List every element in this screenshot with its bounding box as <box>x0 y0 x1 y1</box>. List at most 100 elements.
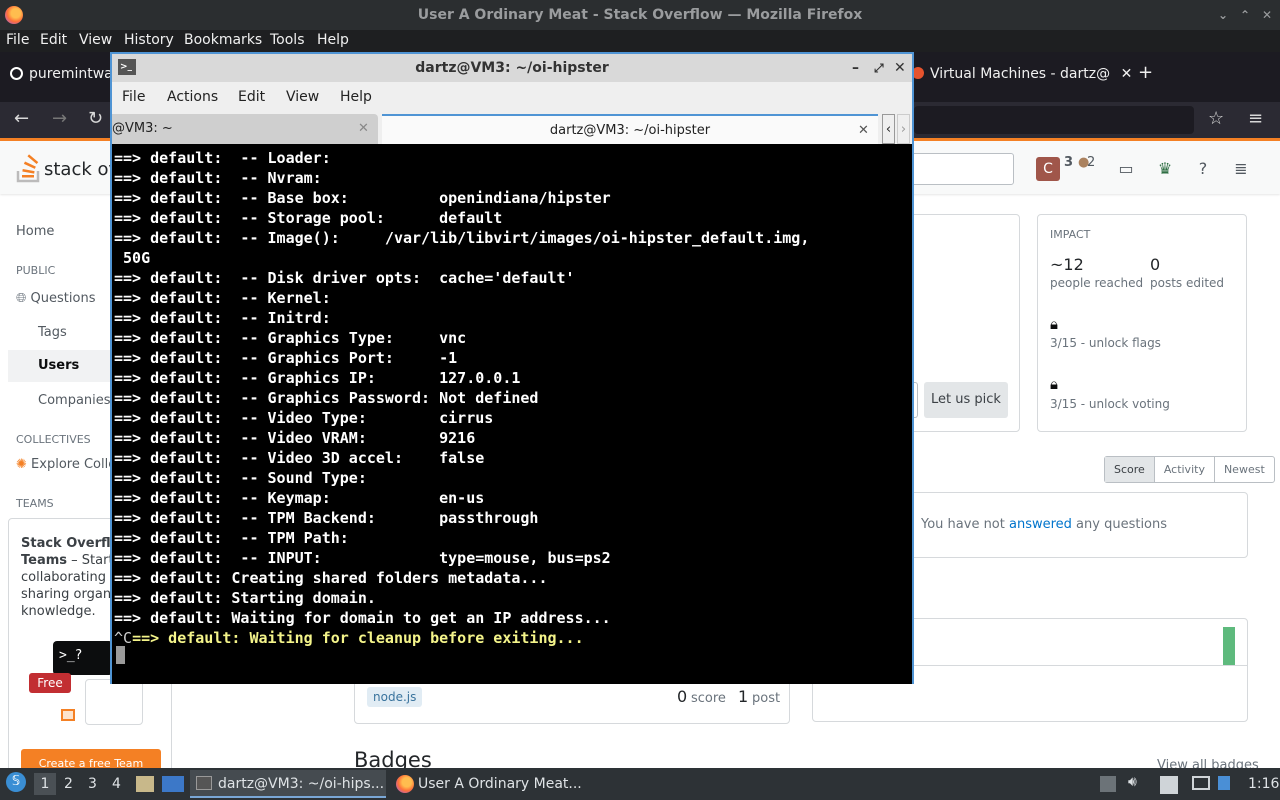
menu-tools[interactable]: Tools <box>270 32 305 48</box>
new-tab-button[interactable]: + <box>1138 62 1153 83</box>
task-label: User A Ordinary Meat... <box>418 776 582 792</box>
nav-companies[interactable]: Companies <box>38 393 111 408</box>
github-icon <box>10 67 23 80</box>
create-team-button[interactable]: Create a free Team <box>21 749 161 768</box>
terminal-line: ==> default: -- Nvram: <box>114 169 322 187</box>
view-all-badges-link[interactable]: View all badges <box>1157 758 1259 768</box>
tab-label: puremintwa <box>29 66 113 82</box>
answers-card: You have not answered any questions <box>860 492 1248 558</box>
terminal-task-icon <box>196 776 212 790</box>
lock-icon: 🔒︎ <box>1050 315 1058 333</box>
achievements-icon[interactable]: ♛ <box>1155 159 1175 179</box>
url-bar[interactable] <box>914 106 1194 134</box>
clipboard-icon[interactable] <box>1160 776 1178 794</box>
clock: 1:16 <box>1248 776 1280 792</box>
nav-home[interactable]: Home <box>16 224 54 239</box>
tab-label: Virtual Machines - dartz@ <box>930 66 1111 82</box>
close-icon[interactable]: ✕ <box>1256 0 1278 30</box>
volume-icon[interactable]: 🔊︎ <box>1128 774 1137 790</box>
tab-close-icon[interactable]: ✕ <box>1121 66 1133 82</box>
terminal-line-interrupt: ^C==> default: Waiting for cleanup befor… <box>114 628 584 648</box>
menu-help[interactable]: Help <box>317 32 349 48</box>
terminal-last-line: ==> default: Waiting for cleanup before … <box>132 629 584 647</box>
impact-card: IMPACT ~12 people reached 0 posts edited… <box>1037 214 1247 432</box>
term-menu-actions[interactable]: Actions <box>167 89 218 105</box>
terminal-line: ==> default: -- Disk driver opts: cache=… <box>114 269 575 287</box>
terminal-line: ==> default: -- Storage pool: default <box>114 209 503 227</box>
workspace-4[interactable]: 4 <box>112 776 121 792</box>
sort-newest-button[interactable]: Newest <box>1213 457 1274 482</box>
desktop-icon[interactable] <box>162 776 184 792</box>
nav-tags[interactable]: Tags <box>38 325 67 340</box>
term-menu-help[interactable]: Help <box>340 89 372 105</box>
task-firefox[interactable]: User A Ordinary Meat... <box>392 770 588 798</box>
tab-scroll-left-icon[interactable]: ‹ <box>882 114 895 144</box>
menu-file[interactable]: File <box>6 32 29 48</box>
terminal-tab-label: @VM3: ~ <box>112 121 173 136</box>
nav-explore-collectives[interactable]: ✺ Explore Colle <box>16 457 116 472</box>
term-menu-view[interactable]: View <box>286 89 319 105</box>
search-input[interactable] <box>910 153 1014 185</box>
terminal-output[interactable]: ==> default: -- Loader: ==> default: -- … <box>112 146 912 684</box>
task-terminal[interactable]: dartz@VM3: ~/oi-hips... <box>190 770 386 798</box>
tab-virtual-machines[interactable]: Virtual Machines - dartz@ ✕ <box>912 66 1132 82</box>
menu-history[interactable]: History <box>124 32 174 48</box>
terminal-tab-2[interactable]: dartz@VM3: ~/oi-hipster ✕ <box>382 114 878 144</box>
terminal-tab-1[interactable]: @VM3: ~ ✕ <box>112 114 378 144</box>
reload-icon[interactable]: ↻ <box>88 108 103 129</box>
globe-icon: 🌐︎ <box>16 291 27 306</box>
tab-puremintwa[interactable]: puremintwa <box>10 66 113 82</box>
terminal-line: 50G <box>114 249 151 267</box>
file-manager-icon[interactable] <box>136 776 154 792</box>
terminal-line: ==> default: -- Graphics Type: vnc <box>114 329 467 347</box>
minimize-icon[interactable]: ⌄ <box>1212 0 1234 30</box>
sort-activity-button[interactable]: Activity <box>1153 457 1214 482</box>
terminal-title-bar[interactable]: >_ dartz@VM3: ~/oi-hipster – ⤢ ✕ <box>112 54 912 82</box>
nav-questions[interactable]: 🌐︎ Questions <box>16 291 95 306</box>
tab-scroll-right-icon[interactable]: › <box>897 114 910 144</box>
terminal-tab-label: dartz@VM3: ~/oi-hipster <box>549 123 711 138</box>
terminal-line: ==> default: -- TPM Backend: passthrough <box>114 509 539 527</box>
back-icon[interactable]: ← <box>14 108 29 129</box>
terminal-window[interactable]: >_ dartz@VM3: ~/oi-hipster – ⤢ ✕ File Ac… <box>110 52 914 684</box>
terminal-title: dartz@VM3: ~/oi-hipster <box>415 60 609 76</box>
workspace-1[interactable]: 1 <box>34 773 56 795</box>
menu-bookmarks[interactable]: Bookmarks <box>184 32 262 48</box>
taskbar: 𝕊 1 2 3 4 dartz@VM3: ~/oi-hips... User A… <box>0 768 1280 800</box>
network-icon[interactable] <box>1192 776 1210 790</box>
tag-chip[interactable]: node.js <box>367 687 423 707</box>
menu-edit[interactable]: Edit <box>40 32 67 48</box>
forward-icon[interactable]: → <box>52 108 67 129</box>
terminal-line: ==> default: -- Initrd: <box>114 309 331 327</box>
term-menu-edit[interactable]: Edit <box>238 89 265 105</box>
let-us-pick-button[interactable]: Let us pick <box>924 382 1008 418</box>
tab-close-icon[interactable]: ✕ <box>358 114 369 144</box>
maximize-icon[interactable]: ⤢ <box>874 54 884 82</box>
workspace-2[interactable]: 2 <box>64 776 73 792</box>
maximize-icon[interactable]: ⌃ <box>1234 0 1256 30</box>
inbox-icon[interactable]: ▭ <box>1116 159 1136 179</box>
sort-score-button[interactable]: Score <box>1105 457 1154 482</box>
terminal-line: ==> default: -- Sound Type: <box>114 469 367 487</box>
menu-view[interactable]: View <box>79 32 112 48</box>
app-menu-icon[interactable]: ≡ <box>1248 108 1263 129</box>
tray-removable-icon[interactable] <box>1100 776 1116 792</box>
start-menu-icon[interactable]: 𝕊 <box>6 772 26 792</box>
terminal-line: ==> default: -- Keymap: en-us <box>114 489 485 507</box>
term-menu-file[interactable]: File <box>122 89 145 105</box>
help-icon[interactable]: ? <box>1193 159 1213 179</box>
avatar[interactable]: C <box>1036 157 1060 181</box>
answers-sort-group: Score Activity Newest <box>1104 456 1275 483</box>
workspace-3[interactable]: 3 <box>88 776 97 792</box>
bookmark-star-icon[interactable]: ☆ <box>1208 108 1224 129</box>
terminal-line: ==> default: -- TPM Path: <box>114 529 349 547</box>
minimize-icon[interactable]: – <box>852 54 859 82</box>
nav-section-public: PUBLIC <box>16 264 56 277</box>
answered-link[interactable]: answered <box>1009 517 1072 532</box>
site-switcher-icon[interactable]: ≣ <box>1231 159 1251 179</box>
close-icon[interactable]: ✕ <box>894 54 906 82</box>
update-notifier-icon[interactable] <box>1218 776 1230 790</box>
chat-illustration-icon <box>61 709 75 721</box>
terminal-line: ==> default: -- INPUT: type=mouse, bus=p… <box>114 549 611 567</box>
tab-close-icon[interactable]: ✕ <box>858 116 869 146</box>
